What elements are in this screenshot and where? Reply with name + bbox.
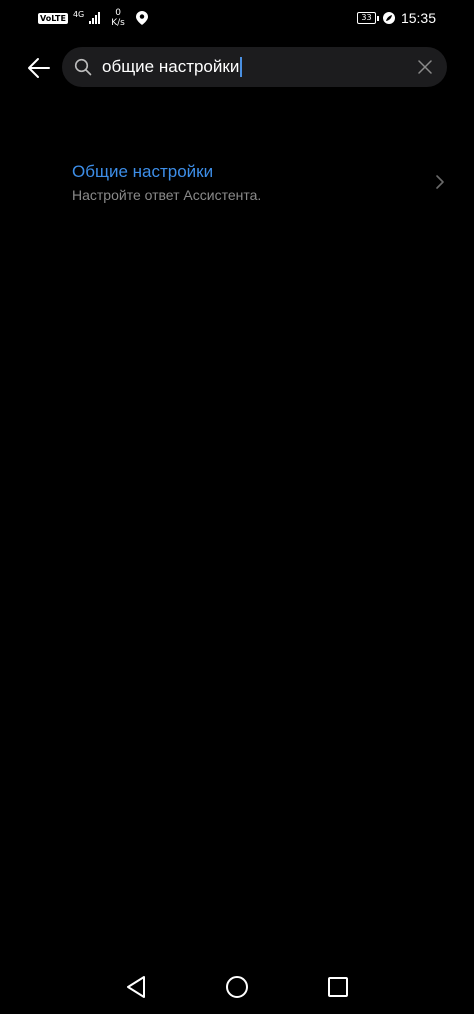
battery-level: 33 xyxy=(356,12,376,24)
back-button[interactable] xyxy=(24,53,54,83)
network-speed: 0 K/s xyxy=(111,8,125,28)
nav-recents-button[interactable] xyxy=(325,974,351,1000)
status-bar-left: VoLTE 4G 0 K/s xyxy=(38,8,148,28)
clock: 15:35 xyxy=(400,10,436,26)
search-icon xyxy=(74,58,92,76)
status-bar: VoLTE 4G 0 K/s 33 15:35 xyxy=(0,0,474,36)
nav-back-button[interactable] xyxy=(123,974,149,1000)
close-icon xyxy=(418,60,432,74)
search-box[interactable]: общие настройки xyxy=(62,47,447,87)
volte-badge: VoLTE xyxy=(38,12,68,24)
recents-square-icon xyxy=(328,977,348,997)
back-triangle-icon xyxy=(127,976,145,998)
search-query-text: общие настройки xyxy=(102,57,240,76)
status-bar-right: 33 15:35 xyxy=(356,10,436,26)
text-cursor xyxy=(240,57,242,77)
nav-home-button[interactable] xyxy=(224,974,250,1000)
chevron-right-icon xyxy=(436,175,444,189)
leaf-icon xyxy=(382,12,395,24)
navigation-bar xyxy=(0,960,474,1014)
location-icon xyxy=(135,11,148,25)
network-type-label: 4G xyxy=(72,9,85,19)
result-title: Общие настройки xyxy=(72,162,214,181)
search-input[interactable]: общие настройки xyxy=(102,47,402,87)
battery-icon: 33 xyxy=(356,12,379,24)
network-speed-value: 0 xyxy=(115,8,121,18)
result-subtitle: Настройте ответ Ассистента. xyxy=(72,187,262,203)
arrow-left-icon xyxy=(28,58,50,78)
clear-search-button[interactable] xyxy=(415,57,435,77)
search-result-item[interactable]: Общие настройки Настройте ответ Ассистен… xyxy=(0,150,474,216)
home-circle-icon xyxy=(226,976,248,998)
signal-icon xyxy=(89,12,101,24)
network-speed-unit: K/s xyxy=(111,18,125,28)
